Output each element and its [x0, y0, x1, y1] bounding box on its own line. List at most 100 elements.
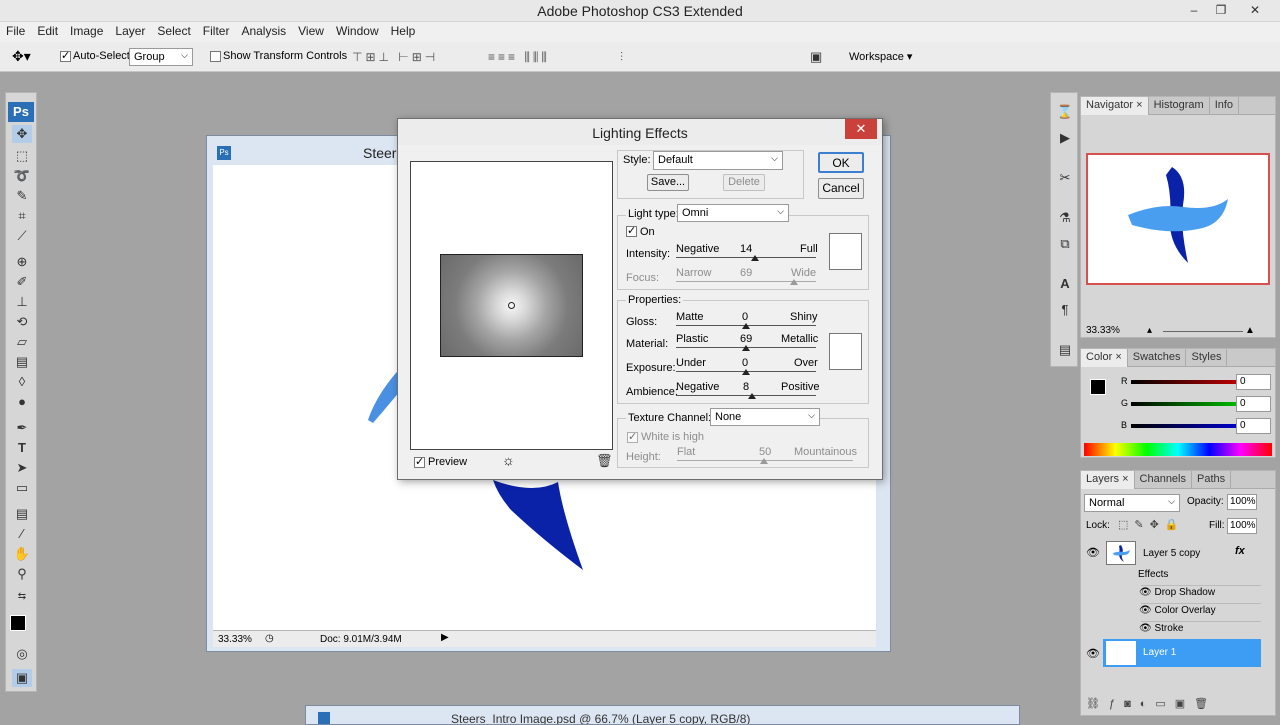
- magic-wand-icon[interactable]: ✎: [12, 187, 32, 205]
- style-dropdown[interactable]: Default ⌵: [653, 151, 783, 170]
- layer-5-copy-name[interactable]: Layer 5 copy: [1143, 548, 1200, 559]
- g-slider[interactable]: [1131, 402, 1241, 406]
- align-icons[interactable]: ⊤⊞⊥ ⊢⊞⊣: [352, 50, 438, 64]
- light-color-swatch[interactable]: [829, 233, 862, 270]
- zoom-out-icon[interactable]: ▴: [1147, 325, 1152, 336]
- material-color-swatch[interactable]: [829, 333, 862, 370]
- dialog-close-button[interactable]: ✕: [845, 119, 877, 139]
- screen-mode-icon[interactable]: ▣: [12, 669, 32, 687]
- auto-select-checkbox[interactable]: [60, 49, 71, 62]
- color-overlay-effect[interactable]: 👁 Color Overlay: [1139, 605, 1216, 616]
- height-slider-thumb[interactable]: [760, 458, 768, 464]
- brushes-panel-icon[interactable]: ⚗: [1055, 209, 1075, 227]
- move-tool-icon[interactable]: ✥: [12, 125, 32, 143]
- show-transform-checkbox[interactable]: [210, 50, 221, 62]
- menu-select[interactable]: Select: [151, 22, 196, 38]
- b-slider[interactable]: [1131, 424, 1241, 428]
- dodge-tool-icon[interactable]: ●: [12, 393, 32, 411]
- tab-styles[interactable]: Styles: [1186, 349, 1228, 367]
- light-on-checkbox[interactable]: [626, 224, 637, 237]
- intensity-slider-track[interactable]: [676, 257, 816, 258]
- status-arrow-icon[interactable]: ▶: [441, 632, 449, 643]
- zoom-in-icon[interactable]: ▲: [1245, 325, 1255, 336]
- menu-window[interactable]: Window: [330, 22, 385, 38]
- zoom-readout[interactable]: 33.33%: [218, 634, 252, 645]
- save-style-button[interactable]: Save...: [647, 174, 689, 191]
- navigator-thumbnail[interactable]: [1086, 153, 1270, 285]
- g-value-input[interactable]: 0: [1236, 396, 1271, 412]
- drop-shadow-effect[interactable]: 👁 Drop Shadow: [1139, 587, 1215, 598]
- tab-info[interactable]: Info: [1210, 97, 1240, 115]
- history-panel-icon[interactable]: ⌛: [1055, 103, 1075, 121]
- brush-tool-icon[interactable]: ✐: [12, 273, 32, 291]
- shape-tool-icon[interactable]: ▭: [12, 479, 32, 497]
- menu-help[interactable]: Help: [385, 22, 422, 38]
- status-menu-icon[interactable]: ◷: [265, 633, 274, 644]
- light-bulb-icon[interactable]: ☼: [502, 452, 515, 468]
- notes-panel-icon[interactable]: ▤: [1055, 341, 1075, 359]
- gradient-tool-icon[interactable]: ▤: [12, 353, 32, 371]
- layers-bottom-icons[interactable]: ⛓ƒ◙◐▭▣🗑: [1086, 697, 1217, 710]
- distribute-icons[interactable]: ≡≡≡ ⫼⫼⫼: [488, 50, 550, 65]
- hand-tool-icon[interactable]: ✋: [12, 545, 32, 563]
- tab-color[interactable]: Color ×: [1081, 349, 1128, 367]
- second-document-window[interactable]: Steers_Intro Image.psd @ 66.7% (Layer 5 …: [305, 705, 1020, 725]
- bridge-icon[interactable]: ▣: [810, 49, 822, 65]
- blur-tool-icon[interactable]: ◊: [12, 373, 32, 391]
- move-tool-icon[interactable]: ✥▾: [12, 48, 31, 65]
- menu-filter[interactable]: Filter: [197, 22, 236, 38]
- auto-align-icon[interactable]: ⫶: [620, 50, 623, 65]
- healing-brush-icon[interactable]: ⊕: [12, 253, 32, 271]
- trash-icon[interactable]: 🗑: [596, 453, 613, 469]
- light-handle[interactable]: [508, 302, 515, 309]
- tab-channels[interactable]: Channels: [1135, 471, 1192, 489]
- layer-visibility-eye-icon[interactable]: 👁: [1086, 546, 1100, 559]
- intensity-slider-thumb[interactable]: [751, 255, 759, 261]
- menu-edit[interactable]: Edit: [31, 22, 64, 38]
- crop-tool-icon[interactable]: ⌗: [12, 207, 32, 225]
- swap-colors-icon[interactable]: ⇆: [12, 588, 32, 606]
- clone-source-icon[interactable]: ⧉: [1055, 235, 1075, 253]
- tool-presets-icon[interactable]: ✂: [1055, 169, 1075, 187]
- fill-input[interactable]: 100%: [1227, 518, 1257, 534]
- focus-slider-thumb[interactable]: [790, 279, 798, 285]
- navigator-zoom-readout[interactable]: 33.33%: [1086, 325, 1120, 336]
- clone-stamp-icon[interactable]: ⊥: [12, 293, 32, 311]
- marquee-tool-icon[interactable]: ⬚: [12, 147, 32, 165]
- paragraph-panel-icon[interactable]: ¶: [1055, 301, 1075, 319]
- menu-layer[interactable]: Layer: [109, 22, 151, 38]
- gloss-slider-thumb[interactable]: [742, 323, 750, 329]
- ok-button[interactable]: OK: [818, 152, 864, 173]
- layer-1-visibility-eye-icon[interactable]: 👁: [1086, 647, 1100, 660]
- light-type-dropdown[interactable]: Omni ⌵: [677, 204, 789, 222]
- b-value-input[interactable]: 0: [1236, 418, 1271, 434]
- foreground-color-swatch[interactable]: [10, 615, 26, 631]
- pen-tool-icon[interactable]: ✒: [12, 419, 32, 437]
- lasso-tool-icon[interactable]: ➰: [12, 167, 32, 185]
- material-slider-thumb[interactable]: [742, 345, 750, 351]
- r-value-input[interactable]: 0: [1236, 374, 1271, 390]
- menu-file[interactable]: File: [0, 22, 31, 38]
- tab-navigator[interactable]: Navigator ×: [1081, 97, 1149, 115]
- preview-area[interactable]: [410, 161, 613, 450]
- menu-image[interactable]: Image: [64, 22, 109, 38]
- quick-mask-icon[interactable]: ◎: [12, 645, 32, 663]
- tab-swatches[interactable]: Swatches: [1128, 349, 1187, 367]
- texture-channel-dropdown[interactable]: None ⌵: [710, 408, 820, 426]
- type-tool-icon[interactable]: T: [12, 439, 32, 457]
- auto-select-dropdown[interactable]: Group ⌵: [129, 48, 193, 66]
- zoom-tool-icon[interactable]: ⚲: [12, 565, 32, 583]
- slice-tool-icon[interactable]: ⟋: [12, 227, 32, 245]
- workspace-button[interactable]: Workspace ▾: [849, 50, 912, 63]
- navigator-zoom-slider[interactable]: [1163, 331, 1243, 332]
- fx-icon[interactable]: fx: [1235, 545, 1245, 557]
- color-fg-swatch[interactable]: [1090, 379, 1106, 395]
- eyedropper-icon[interactable]: ⁄: [12, 525, 32, 543]
- actions-panel-icon[interactable]: ▶: [1055, 129, 1075, 147]
- minimize-button[interactable]: –: [1180, 0, 1208, 20]
- notes-tool-icon[interactable]: ▤: [12, 505, 32, 523]
- ambience-slider-track[interactable]: [676, 395, 816, 396]
- eraser-tool-icon[interactable]: ▱: [12, 333, 32, 351]
- color-spectrum-bar[interactable]: [1084, 443, 1272, 456]
- stroke-effect[interactable]: 👁 Stroke: [1139, 623, 1183, 634]
